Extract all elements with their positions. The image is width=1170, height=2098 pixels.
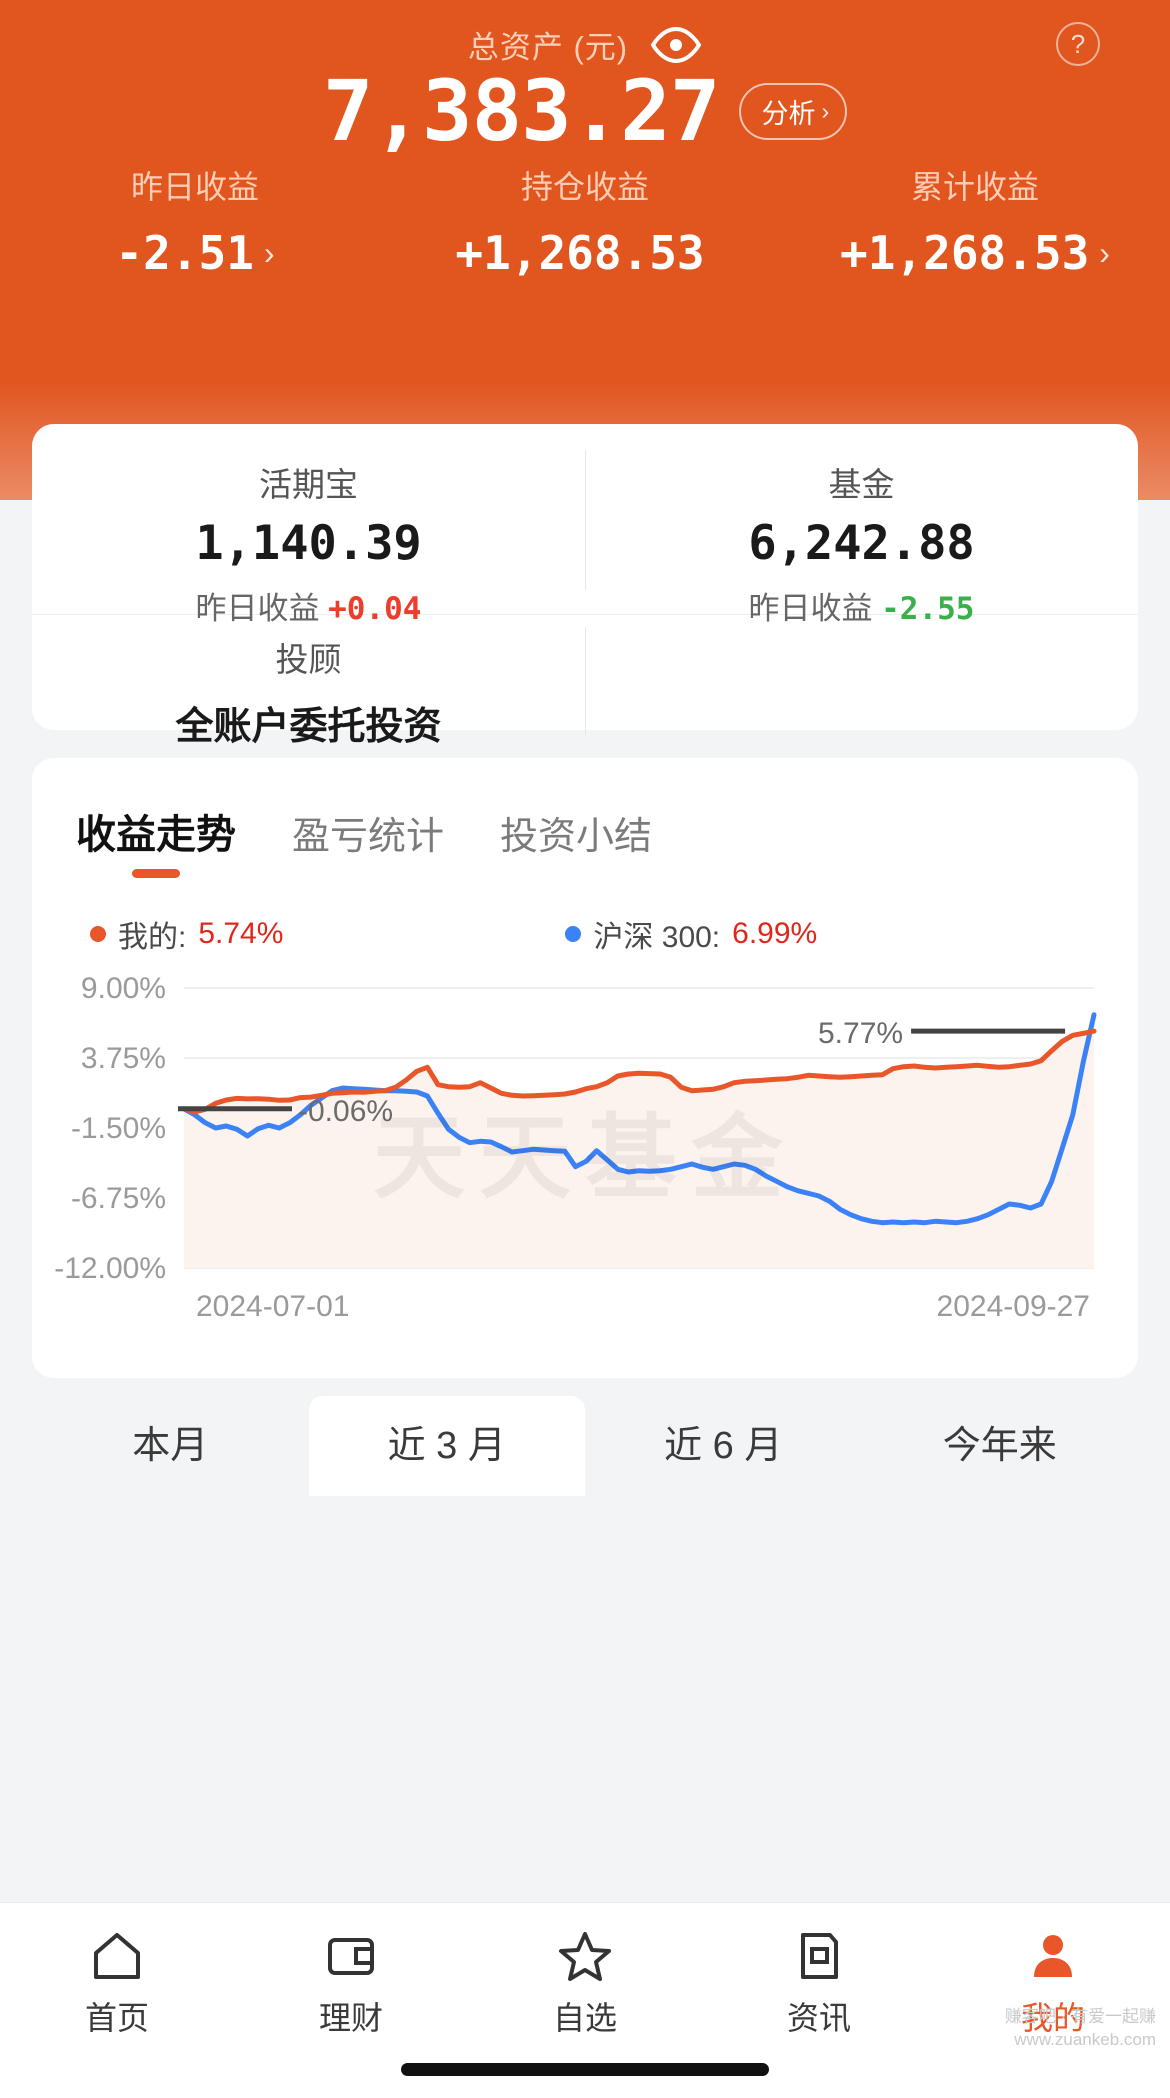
y-axis-tick: -12.00%: [54, 1252, 166, 1285]
tab-income-trend[interactable]: 收益走势: [76, 802, 236, 878]
chart-annotation-start: -0.06%: [298, 1095, 393, 1128]
stat-label: 累计收益: [910, 169, 1039, 205]
wallet-icon: [234, 1925, 468, 1987]
stat-holding-income[interactable]: 持仓收益 +1,268.53: [390, 162, 780, 280]
star-icon: [468, 1925, 702, 1987]
news-icon: [702, 1925, 936, 1987]
legend-value: 6.99%: [732, 917, 818, 950]
person-icon: [936, 1925, 1170, 1987]
stat-value: -2.51: [115, 226, 254, 280]
chevron-right-icon: ›: [821, 97, 830, 124]
nav-item-news[interactable]: 资讯: [702, 1925, 936, 2039]
vertical-divider: [585, 450, 586, 590]
y-axis-tick: -1.50%: [71, 1112, 166, 1145]
nav-item-watchlist[interactable]: 自选: [468, 1925, 702, 2039]
analyze-label: 分析: [761, 98, 816, 129]
help-icon[interactable]: ?: [1056, 22, 1100, 66]
advisor-title: 投顾: [275, 641, 342, 678]
asset-item-advisor[interactable]: 投顾 全账户委托投资: [32, 615, 585, 748]
legend-label: 沪深 300:: [593, 921, 721, 954]
legend-item-mine: 我的: 5.74%: [90, 912, 283, 956]
asset-amount: 6,242.88: [748, 516, 975, 571]
legend-label: 我的:: [118, 921, 187, 954]
asset-item-huoqibao[interactable]: 活期宝 1,140.39 昨日收益 +0.04: [32, 424, 585, 627]
legend-value: 5.74%: [198, 917, 284, 950]
nav-label: 资讯: [786, 2000, 851, 2036]
legend-dot-icon: [565, 926, 582, 942]
period-this-month[interactable]: 本月: [32, 1396, 309, 1496]
line-chart: 9.00% 3.75% -1.50% -6.75% -12.00% -0.06% 5.77%…: [54, 972, 1097, 1323]
y-axis-tick: 9.00%: [81, 972, 166, 1005]
stat-label: 昨日收益: [130, 169, 259, 205]
legend-dot-icon: [90, 926, 106, 942]
total-amount: 7,383.27: [322, 62, 721, 160]
chart-annotation-end: 5.77%: [818, 1017, 903, 1050]
chevron-right-icon: ›: [1099, 234, 1110, 271]
nav-label: 首页: [84, 2000, 149, 2036]
period-3-months[interactable]: 近 3 月: [308, 1396, 585, 1496]
advisor-value: 全账户委托投资: [175, 706, 442, 748]
eye-icon[interactable]: [650, 26, 702, 64]
asset-summary-card: 活期宝 1,140.39 昨日收益 +0.04 基金 6,242.88 昨日收益…: [32, 424, 1138, 748]
asset-name: 活期宝: [259, 466, 358, 503]
vertical-divider: [585, 627, 586, 737]
tab-investment-summary[interactable]: 投资小结: [500, 805, 652, 878]
total-assets-label: 总资产 (元): [467, 30, 629, 65]
corner-watermark: 赚客吧 · 有爱一起赚 www.zuankeb.com: [1004, 2007, 1156, 2050]
y-axis-tick: 3.75%: [81, 1042, 166, 1075]
stat-label: 持仓收益: [520, 169, 649, 205]
total-amount-row: 7,383.27 分析 ›: [0, 62, 1170, 160]
stat-value: +1,268.53: [455, 226, 705, 280]
period-selector: 本月 近 3 月 近 6 月 今年来: [32, 1396, 1138, 1496]
asset-name: 基金: [828, 466, 895, 503]
stat-value: +1,268.53: [840, 226, 1090, 280]
stat-yesterday-income[interactable]: 昨日收益 -2.51 ›: [0, 162, 390, 280]
tab-profit-stats[interactable]: 盈亏统计: [292, 805, 444, 878]
bottom-navigation: 首页 理财 自选 资讯 我的 赚客吧 · 有爱一起赚 www.zuankeb.co…: [0, 1902, 1170, 2098]
period-6-months[interactable]: 近 6 月: [585, 1396, 862, 1496]
performance-chart-card: 收益走势 盈亏统计 投资小结 我的: 5.74% 沪深 300: 6.99% 天…: [32, 758, 1138, 1378]
chart-legend: 我的: 5.74% 沪深 300: 6.99%: [32, 878, 1138, 956]
x-axis-tick-start: 2024-07-01: [196, 1290, 349, 1323]
nav-label: 理财: [318, 2000, 383, 2036]
nav-item-finance[interactable]: 理财: [234, 1925, 468, 2039]
nav-label: 自选: [552, 2000, 617, 2036]
period-this-year[interactable]: 今年来: [862, 1396, 1139, 1496]
y-axis-tick: -6.75%: [71, 1182, 166, 1215]
home-icon: [0, 1925, 234, 1987]
home-indicator: [401, 2063, 769, 2076]
nav-item-home[interactable]: 首页: [0, 1925, 234, 2039]
x-axis-tick-end: 2024-09-27: [937, 1290, 1090, 1323]
chart-tabs: 收益走势 盈亏统计 投资小结: [32, 758, 1138, 878]
chevron-right-icon: ›: [263, 234, 275, 271]
income-stats-row: 昨日收益 -2.51 › 持仓收益 +1,268.53 累计收益 +1,268.…: [0, 162, 1170, 280]
asset-item-empty: [585, 615, 1138, 730]
stat-total-income[interactable]: 累计收益 +1,268.53 ›: [780, 162, 1170, 280]
chart-plot-area[interactable]: 天天基金 9.00%3.75%-1.50%-6.75%-12.00%-0.06%…: [32, 970, 1138, 1330]
analyze-button[interactable]: 分析 ›: [739, 82, 848, 140]
asset-amount: 1,140.39: [195, 516, 422, 571]
legend-item-csi300: 沪深 300: 6.99%: [565, 912, 817, 956]
total-assets-row: 总资产 (元): [0, 22, 1170, 67]
asset-item-fund[interactable]: 基金 6,242.88 昨日收益 -2.55: [585, 424, 1138, 627]
